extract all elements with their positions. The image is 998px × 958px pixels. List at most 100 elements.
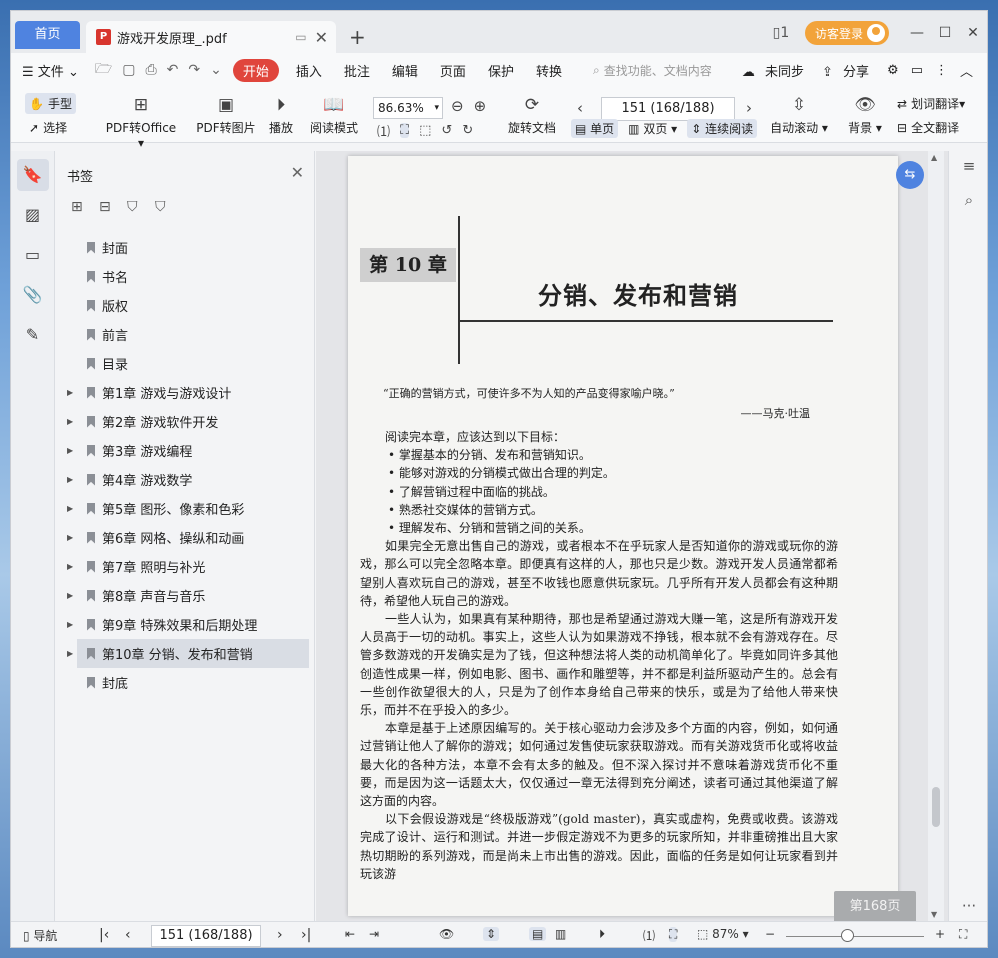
last-page-icon[interactable]: ›|: [301, 927, 311, 943]
menu-start[interactable]: 开始: [232, 58, 279, 82]
status-zoom-select[interactable]: ⬚ 87% ▾: [697, 927, 749, 941]
bookmark-item[interactable]: 封面: [67, 233, 307, 262]
bookmark-item[interactable]: 前言: [67, 320, 307, 349]
expand-arrow-icon[interactable]: ▶: [67, 388, 79, 397]
status-next-page-icon[interactable]: ›: [277, 927, 283, 943]
rotate-right-icon[interactable]: ↻: [462, 123, 473, 138]
redo-icon[interactable]: ↷: [183, 62, 205, 78]
forward-icon[interactable]: ⇥: [369, 927, 379, 941]
word-translate-button[interactable]: ⇄ 划词翻译 ▾: [897, 95, 965, 112]
close-tab-icon[interactable]: ✕: [315, 28, 328, 47]
close-window-button[interactable]: ✕: [959, 25, 987, 41]
continuous-mode-icon[interactable]: ⇕: [483, 927, 500, 941]
scrollbar-thumb[interactable]: [932, 787, 940, 827]
status-prev-page-icon[interactable]: ‹: [125, 927, 131, 943]
signature-icon[interactable]: ✎: [17, 319, 49, 351]
hand-tool-button[interactable]: ✋ 手型: [25, 93, 76, 114]
zoom-in-icon[interactable]: ⊕: [474, 97, 487, 115]
menu-edit[interactable]: 编辑: [381, 61, 429, 80]
zoom-out-icon[interactable]: ⊖: [451, 97, 464, 115]
print-icon[interactable]: ⎙: [140, 62, 161, 78]
menu-protect[interactable]: 保护: [477, 61, 525, 80]
expand-arrow-icon[interactable]: ▶: [67, 504, 79, 513]
fullscreen-icon[interactable]: ⛶: [959, 927, 967, 942]
more-dropdown-icon[interactable]: ⌄: [205, 62, 227, 78]
bookmark-item[interactable]: 书名: [67, 262, 307, 291]
vertical-scrollbar[interactable]: ▲ ▼: [928, 151, 944, 921]
expand-arrow-icon[interactable]: ▶: [67, 475, 79, 484]
collapse-ribbon-icon[interactable]: ︿: [954, 61, 979, 80]
search-document-icon[interactable]: ⌕: [949, 191, 987, 209]
status-actual-size-icon[interactable]: ⑴: [643, 927, 655, 944]
rotate-document-button[interactable]: ⟳ 旋转文档: [505, 93, 559, 136]
scroll-up-icon[interactable]: ▲: [931, 153, 937, 162]
continuous-read-button[interactable]: ⇕ 连续阅读: [687, 119, 758, 138]
pdf-to-office-button[interactable]: ⊞ PDF转Office ▾: [101, 93, 181, 150]
single-page-button[interactable]: ▤ 单页: [571, 119, 619, 138]
pdf-to-image-button[interactable]: ▣ PDF转图片: [193, 93, 259, 136]
expand-arrow-icon[interactable]: ▶: [67, 446, 79, 455]
search-field[interactable]: ⌕ 查找功能、文档内容: [593, 62, 712, 79]
bookmark-item[interactable]: ▶ 第7章 照明与补光: [67, 552, 307, 581]
expand-arrow-icon[interactable]: ▶: [67, 533, 79, 542]
zoom-slider-track[interactable]: [786, 936, 924, 937]
menu-annotate[interactable]: 批注: [333, 61, 381, 80]
single-page-mode-icon[interactable]: ▤: [529, 927, 547, 941]
attachment-icon[interactable]: 📎: [17, 279, 49, 311]
expand-arrow-icon[interactable]: ▶: [67, 649, 79, 658]
select-tool-button[interactable]: ➚ 选择: [29, 119, 67, 136]
open-icon[interactable]: 🗁: [90, 58, 117, 82]
fit-width-icon[interactable]: ⬚: [419, 123, 431, 138]
expand-all-icon[interactable]: ⊞: [71, 199, 99, 215]
menu-lines-icon[interactable]: ≡: [949, 157, 987, 175]
add-bookmark-icon[interactable]: ⛉: [127, 199, 155, 215]
minimize-button[interactable]: —: [903, 25, 931, 41]
bookmark-item[interactable]: ▶ 第3章 游戏编程: [67, 436, 307, 465]
scroll-down-icon[interactable]: ▼: [931, 910, 937, 919]
undo-icon[interactable]: ↶: [162, 62, 184, 78]
status-fit-page-icon[interactable]: ⛶: [669, 927, 678, 942]
guest-login-button[interactable]: 访客登录: [804, 21, 889, 45]
eye-protect-icon[interactable]: 👁: [439, 927, 454, 941]
full-translate-button[interactable]: ⊟ 全文翻译: [897, 119, 959, 136]
zoom-slider-knob[interactable]: [841, 929, 854, 942]
next-page-icon[interactable]: ›: [746, 99, 752, 117]
fit-page-icon[interactable]: ⛶: [400, 123, 410, 138]
document-view[interactable]: 第 10 章 分销、发布和营销 “正确的营销方式，可使许多不为人知的产品变得家喻…: [316, 151, 948, 921]
double-page-button[interactable]: ▥ 双页 ▾: [624, 119, 681, 138]
status-page-input[interactable]: 151 (168/188): [151, 925, 261, 947]
float-window-icon[interactable]: ▭: [295, 30, 306, 44]
more-horizontal-icon[interactable]: ···: [949, 897, 987, 915]
expand-arrow-icon[interactable]: ▶: [67, 562, 79, 571]
share-button[interactable]: ⇪ 分享: [816, 61, 881, 80]
thumbnail-icon[interactable]: ▨: [17, 199, 49, 231]
bookmark-item[interactable]: ▶ 第2章 游戏软件开发: [67, 407, 307, 436]
expand-arrow-icon[interactable]: ▶: [67, 620, 79, 629]
file-menu[interactable]: ☰ 文件 ⌄: [11, 61, 90, 80]
read-mode-button[interactable]: 📖 阅读模式: [307, 93, 361, 136]
bookmark-item[interactable]: 目录: [67, 349, 307, 378]
bookmark-item[interactable]: ▶ 第4章 游戏数学: [67, 465, 307, 494]
status-zoom-in-icon[interactable]: +: [935, 927, 945, 941]
page-number-input[interactable]: 151 (168/188): [601, 97, 735, 121]
comment-panel-icon[interactable]: ▭: [17, 239, 49, 271]
bookmark-item[interactable]: ▶ 第8章 声音与音乐: [67, 581, 307, 610]
more-options-icon[interactable]: ⋮: [929, 63, 954, 78]
tab-home[interactable]: 首页: [15, 21, 80, 49]
settings-gear-icon[interactable]: ⚙: [881, 63, 905, 78]
expand-arrow-icon[interactable]: ▶: [67, 417, 79, 426]
play-button[interactable]: ⏵ 播放: [265, 93, 297, 136]
play-mode-icon[interactable]: ⏵: [599, 927, 605, 942]
comment-icon[interactable]: ▭: [905, 63, 929, 78]
tab-document[interactable]: P 游戏开发原理_.pdf ▭ ✕: [86, 21, 336, 53]
menu-convert[interactable]: 转换: [525, 61, 573, 80]
menu-page[interactable]: 页面: [429, 61, 477, 80]
bookmark-item[interactable]: ▶ 第10章 分销、发布和营销: [67, 639, 309, 668]
bookmark-manage-icon[interactable]: ⛉: [155, 199, 183, 215]
zoom-select[interactable]: 86.63% ▾: [373, 97, 443, 119]
back-icon[interactable]: ⇤: [345, 927, 355, 941]
background-button[interactable]: 👁 背景 ▾: [845, 93, 885, 136]
menu-insert[interactable]: 插入: [285, 61, 333, 80]
bookmark-item[interactable]: ▶ 第1章 游戏与游戏设计: [67, 378, 307, 407]
floating-tool-icon[interactable]: ⇆: [896, 161, 924, 189]
